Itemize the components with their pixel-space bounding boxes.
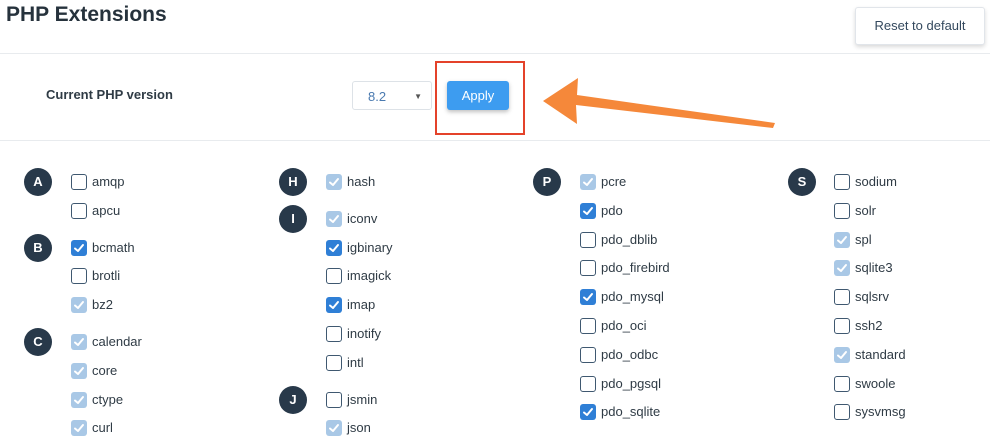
letter-badge-j: J (279, 385, 307, 414)
extension-label: pdo_dblib (601, 231, 658, 247)
checkbox (326, 174, 342, 190)
extension-label: igbinary (347, 239, 393, 255)
annotation-arrow-icon (543, 78, 775, 128)
extension-label: iconv (347, 210, 378, 226)
extension-label: bcmath (92, 239, 135, 255)
letter-badge-h: H (279, 168, 307, 196)
checkbox[interactable] (326, 391, 342, 408)
extension-label: sysvmsg (855, 404, 906, 420)
checkbox (834, 346, 850, 363)
extension-label: intl (347, 354, 364, 370)
checkbox[interactable] (326, 297, 342, 314)
checkbox (71, 420, 87, 437)
extension-label: brotli (92, 268, 121, 284)
checkbox[interactable] (71, 174, 87, 190)
extension-label: pdo_oci (601, 318, 647, 333)
checkbox[interactable] (834, 404, 850, 421)
checkbox[interactable] (580, 318, 596, 334)
checkbox (71, 334, 87, 350)
php-version-label: Current PHP version (46, 87, 173, 102)
checkbox (71, 391, 87, 408)
extension-label: pdo_odbc (601, 346, 659, 362)
checkbox[interactable] (580, 346, 596, 363)
extension-label: imagick (347, 268, 392, 284)
letter-badge-c: C (24, 328, 52, 356)
checkbox[interactable] (834, 174, 850, 190)
checkbox (326, 420, 342, 437)
extension-label: inotify (347, 326, 381, 341)
extension-label: core (92, 362, 118, 378)
checkbox[interactable] (580, 260, 596, 277)
extension-label: pdo_sqlite (601, 404, 661, 420)
extension-label: pdo_mysql (601, 289, 664, 305)
checkbox[interactable] (580, 202, 596, 219)
checkbox[interactable] (71, 268, 87, 285)
page-title: PHP Extensions (6, 3, 167, 26)
checkbox[interactable] (326, 326, 342, 342)
checkbox[interactable] (71, 202, 87, 219)
checkbox[interactable] (71, 239, 87, 256)
checkbox (326, 210, 342, 227)
extension-label: pdo_pgsql (601, 375, 661, 391)
letter-badge-a: A (24, 168, 52, 196)
checkbox[interactable] (834, 375, 850, 392)
extension-label: sqlite3 (855, 260, 893, 276)
extension-label: bz2 (92, 297, 113, 313)
php-version-value: 8.2 (368, 89, 387, 104)
checkbox (71, 297, 87, 314)
extension-label: spl (855, 231, 872, 247)
extension-label: swoole (855, 375, 896, 391)
divider-middle (0, 140, 990, 141)
checkbox[interactable] (580, 289, 596, 306)
checkbox[interactable] (834, 289, 850, 306)
php-version-select[interactable]: 8.2 ▼ (352, 81, 432, 110)
letter-badge-p: P (533, 168, 561, 196)
letter-badge-i: I (279, 204, 307, 233)
checkbox[interactable] (580, 404, 596, 421)
extension-label: solr (855, 202, 876, 218)
checkbox[interactable] (580, 231, 596, 248)
letter-badge-s: S (788, 168, 816, 196)
checkbox[interactable] (326, 268, 342, 285)
checkbox[interactable] (326, 354, 342, 371)
extension-label: json (347, 420, 371, 436)
checkbox (71, 362, 87, 379)
divider-top (0, 53, 990, 54)
extension-label: curl (92, 420, 113, 436)
checkbox (580, 174, 596, 190)
checkbox[interactable] (326, 239, 342, 256)
extension-label: sqlsrv (855, 289, 889, 305)
extension-label: ctype (92, 391, 124, 407)
extension-label: pdo_firebird (601, 260, 670, 276)
letter-badge-b: B (24, 233, 52, 262)
checkbox (834, 231, 850, 248)
extension-label: ssh2 (855, 318, 883, 333)
extension-label: standard (855, 346, 906, 362)
checkbox[interactable] (834, 318, 850, 334)
checkbox[interactable] (580, 375, 596, 392)
reset-to-default-button[interactable]: Reset to default (855, 7, 985, 45)
chevron-down-icon: ▼ (414, 92, 422, 101)
apply-button[interactable]: Apply (447, 81, 509, 110)
extension-label: amqp (92, 174, 125, 189)
extension-label: apcu (92, 202, 121, 218)
extension-label: imap (347, 297, 376, 313)
extension-label: sodium (855, 174, 897, 189)
extension-label: pdo (601, 202, 623, 218)
extension-label: pcre (601, 174, 627, 189)
extension-label: calendar (92, 334, 142, 349)
checkbox (834, 260, 850, 277)
checkbox[interactable] (834, 202, 850, 219)
extension-label: jsmin (347, 391, 378, 407)
extension-label: hash (347, 174, 376, 189)
